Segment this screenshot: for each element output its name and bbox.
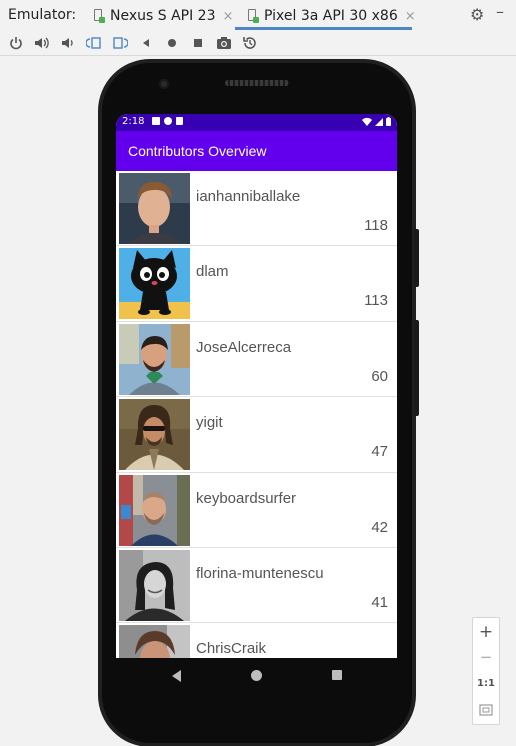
emulator-tab-bar: Emulator: Nexus S API 23 × Pixel 3a API …	[0, 0, 516, 30]
rotate-left-icon[interactable]	[85, 34, 103, 52]
nav-back-icon[interactable]	[172, 670, 181, 682]
back-icon[interactable]	[137, 34, 155, 52]
app-bar: Contributors Overview	[116, 131, 397, 171]
contribution-count: 42	[371, 518, 388, 536]
tab-nexus-s[interactable]: Nexus S API 23 ×	[93, 4, 233, 28]
actual-size-button[interactable]: 1:1	[473, 678, 499, 689]
volume-down-icon[interactable]	[59, 34, 77, 52]
gear-icon[interactable]: ⚙	[470, 5, 484, 24]
device-screen[interactable]: 2:18 Contributors Overview ianhanniballa…	[116, 114, 397, 658]
contribution-count: 47	[371, 443, 388, 461]
signal-icon	[375, 118, 383, 126]
avatar	[119, 399, 190, 471]
contributors-list[interactable]: ianhanniballake 118 dlam 113 JoseAlcerre…	[116, 171, 397, 658]
avatar	[119, 625, 190, 658]
navigation-bar	[116, 658, 397, 694]
zoom-out-button[interactable]: −	[473, 648, 499, 666]
list-item[interactable]: ianhanniballake 118	[116, 171, 397, 247]
minimize-icon[interactable]: –	[496, 2, 504, 21]
contributor-name: yigit	[196, 414, 223, 432]
avatar	[119, 323, 190, 395]
zoom-panel: + − 1:1	[472, 617, 500, 725]
status-time: 2:18	[122, 116, 145, 127]
wifi-icon	[362, 117, 372, 126]
nav-home-icon[interactable]	[251, 670, 262, 681]
zoom-in-button[interactable]: +	[473, 622, 499, 642]
emulator-toolbar	[0, 30, 516, 56]
fit-screen-button[interactable]	[473, 702, 499, 721]
contributor-name: ChrisCraik	[196, 640, 267, 658]
avatar	[119, 474, 190, 546]
avatar	[119, 549, 190, 621]
tab-label: Pixel 3a API 30 x86	[264, 8, 398, 24]
avatar	[119, 173, 190, 244]
app-title: Contributors Overview	[128, 143, 267, 159]
notification-icon	[164, 117, 172, 125]
speaker-grille	[225, 80, 289, 86]
close-icon[interactable]: ×	[223, 9, 234, 24]
contributor-name: keyboardsurfer	[196, 489, 297, 507]
device-icon	[93, 9, 105, 23]
volume-up-icon[interactable]	[33, 34, 51, 52]
contribution-count: 118	[364, 217, 388, 234]
contributor-name: ianhanniballake	[196, 188, 301, 205]
volume-rocker[interactable]	[414, 320, 419, 416]
contribution-count: 41	[371, 593, 388, 611]
list-item[interactable]: florina-muntenescu 41	[116, 547, 397, 624]
status-bar: 2:18	[116, 114, 397, 131]
notification-icon	[152, 117, 160, 125]
rotate-right-icon[interactable]	[111, 34, 129, 52]
screenshot-icon[interactable]	[215, 34, 233, 52]
fit-screen-icon	[479, 704, 493, 716]
list-item[interactable]: keyboardsurfer 42	[116, 472, 397, 548]
snapshot-icon[interactable]	[241, 34, 259, 52]
notification-icons	[152, 117, 183, 125]
home-icon[interactable]	[163, 34, 181, 52]
sd-card-icon	[176, 117, 183, 125]
contribution-count: 60	[371, 367, 388, 385]
battery-icon	[386, 117, 391, 126]
list-item[interactable]: JoseAlcerreca 60	[116, 321, 397, 398]
power-icon[interactable]	[7, 34, 25, 52]
system-icons	[362, 117, 391, 126]
power-button[interactable]	[414, 229, 419, 287]
front-camera-icon	[159, 79, 169, 89]
list-item[interactable]: ChrisCraik	[116, 623, 397, 658]
contributor-name: JoseAlcerreca	[196, 338, 292, 356]
list-item[interactable]: yigit 47	[116, 397, 397, 473]
emulator-label: Emulator:	[8, 7, 77, 23]
avatar	[119, 248, 190, 320]
contributor-name: dlam	[196, 263, 229, 281]
tab-label: Nexus S API 23	[110, 8, 216, 24]
overview-icon[interactable]	[189, 34, 207, 52]
contributor-name: florina-muntenescu	[196, 564, 324, 582]
contribution-count: 113	[364, 292, 388, 310]
list-item[interactable]: dlam 113	[116, 246, 397, 322]
close-icon[interactable]: ×	[405, 9, 416, 24]
device-icon	[247, 9, 259, 23]
nav-recents-icon[interactable]	[332, 670, 342, 680]
tab-pixel-3a[interactable]: Pixel 3a API 30 x86 ×	[247, 4, 416, 28]
